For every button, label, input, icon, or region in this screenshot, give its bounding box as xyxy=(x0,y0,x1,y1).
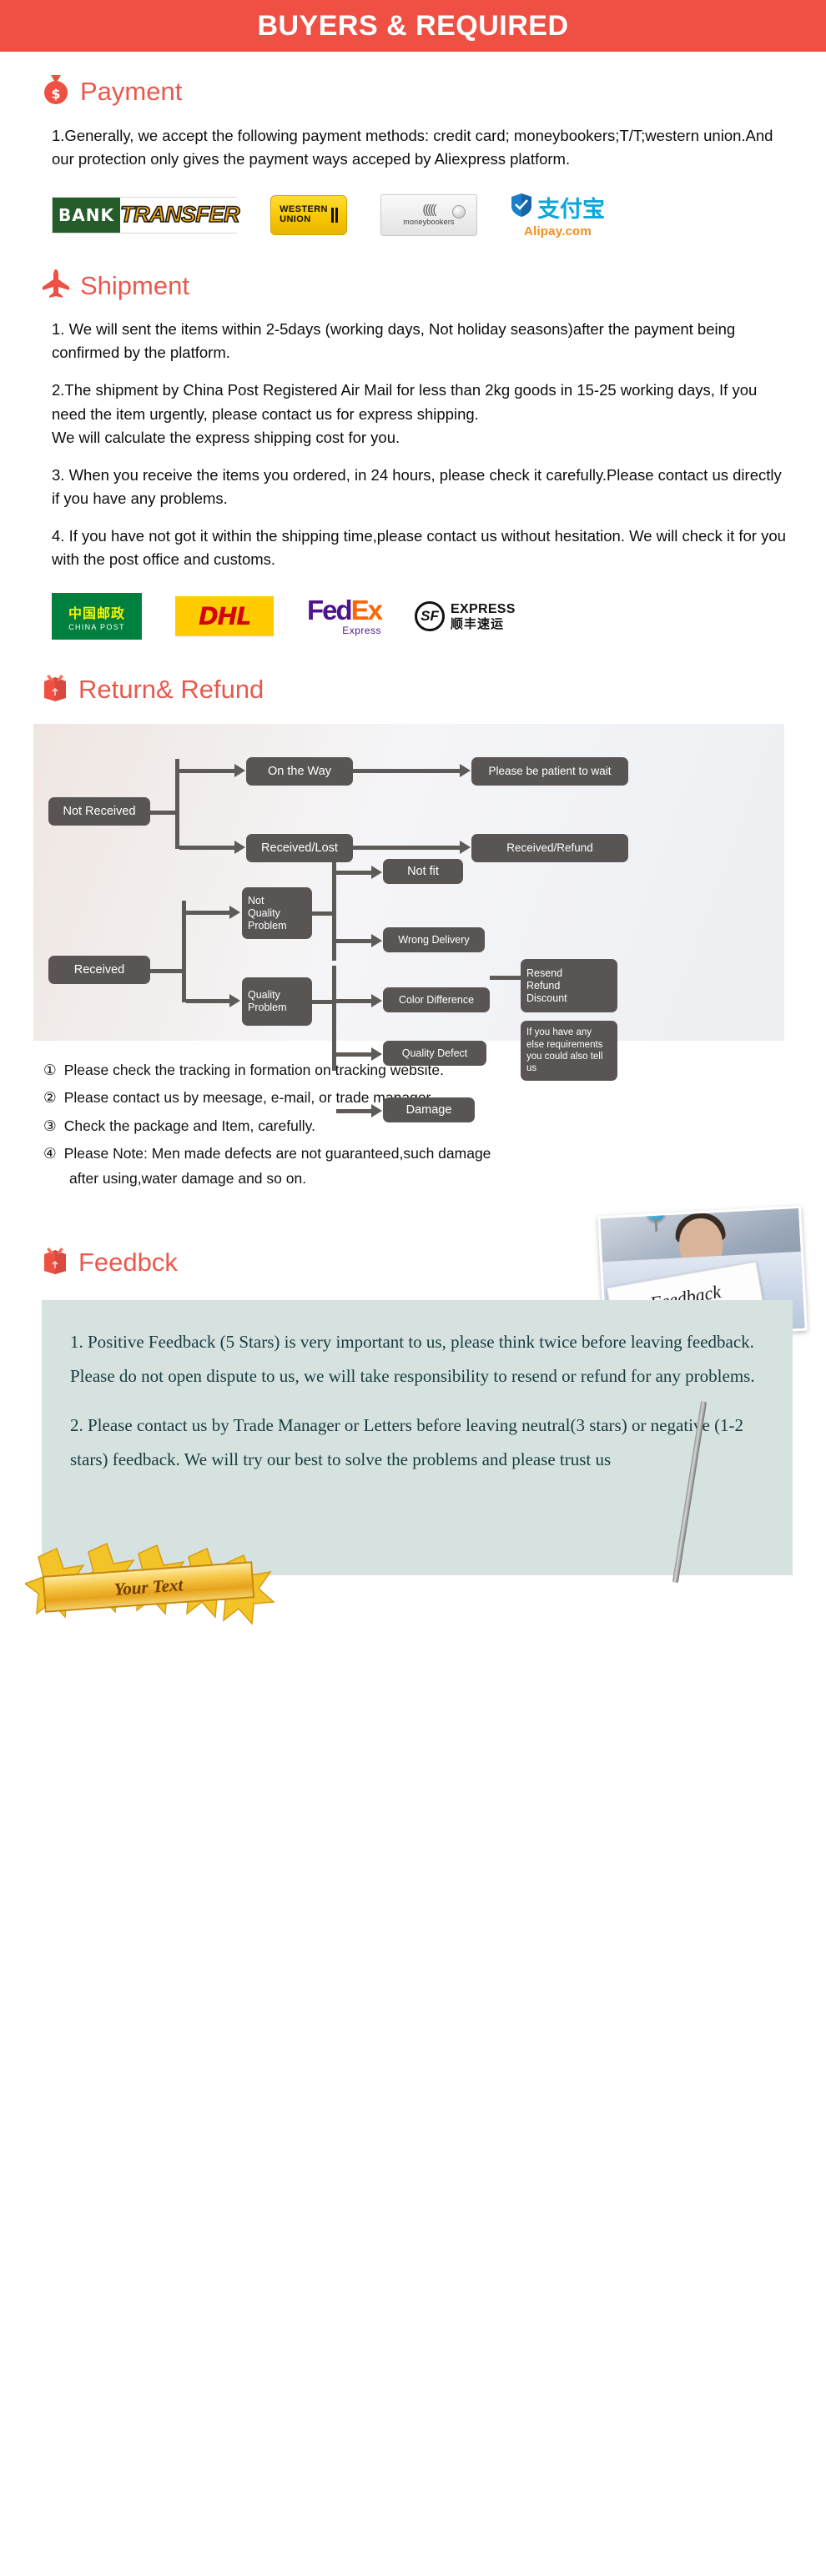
bank-transfer-word2: TRANSFER xyxy=(119,197,240,233)
payment-logo-row: BANK TRANSFER WESTERN UNION ((((( moneyb… xyxy=(0,191,826,239)
return-note-text: Check the package and Item, carefully. xyxy=(63,1117,315,1134)
flow-node-received: Received xyxy=(48,956,150,985)
section-heading-return-refund: Return& Refund xyxy=(0,673,826,706)
shipment-paragraph-2: 2.The shipment by China Post Registered … xyxy=(52,381,758,446)
section-title-return-refund: Return& Refund xyxy=(78,674,264,704)
bank-transfer-word1: BANK xyxy=(53,197,120,233)
flow-node-please-wait: Please be patient to wait xyxy=(471,757,628,786)
fedex-ex-label: Ex xyxy=(350,595,383,626)
flow-node-quality-problem: Quality Problem xyxy=(242,977,312,1027)
china-post-cn-label: 中国邮政 xyxy=(68,605,125,621)
return-note-number: ③ xyxy=(43,1117,57,1134)
payment-paragraph: 1.Generally, we accept the following pay… xyxy=(52,127,773,168)
moneybookers-label: moneybookers xyxy=(403,218,455,227)
section-heading-shipment: Shipment xyxy=(0,269,826,303)
flow-node-color-difference: Color Difference xyxy=(383,987,490,1013)
return-note-number: ④ xyxy=(43,1144,57,1162)
page-title: BUYERS & REQUIRED xyxy=(257,9,569,42)
flow-node-quality-defect: Quality Defect xyxy=(383,1041,486,1067)
feedback-paragraph-1: 1. Positive Feedback (5 Stars) is very i… xyxy=(70,1332,755,1387)
money-bag-icon: $ xyxy=(42,73,70,109)
flow-node-else-requirements: If you have any else requirements you co… xyxy=(521,1021,617,1082)
section-title-shipment: Shipment xyxy=(80,270,189,300)
return-note-item: ④ Please Note: Men made defects are not … xyxy=(43,1142,801,1164)
western-union-line1: WESTERN xyxy=(280,204,328,215)
moneybookers-waves-icon: ((((( xyxy=(422,203,437,218)
alipay-logo: 支付宝 Alipay.com xyxy=(511,191,605,239)
shipment-paragraph-3: 3. When you receive the items you ordere… xyxy=(52,465,782,507)
moneybookers-logo: ((((( moneybookers xyxy=(380,193,477,236)
western-union-line2: UNION xyxy=(280,213,311,224)
flow-node-damage: Damage xyxy=(383,1097,475,1123)
shipment-paragraph-1: 1. We will sent the items within 2-5days… xyxy=(52,320,736,362)
flow-node-resend-refund-discount: Resend Refund Discount xyxy=(521,959,617,1013)
western-union-bars-icon xyxy=(330,207,338,223)
dhl-logo: DHL xyxy=(175,596,274,637)
svg-text:$: $ xyxy=(51,86,60,102)
ribbon-text: Your Text xyxy=(113,1574,184,1599)
return-note-number: ② xyxy=(43,1089,57,1107)
china-post-en-label: CHINA POST xyxy=(68,622,125,631)
sf-express-cn-label: 顺丰速运 xyxy=(451,615,505,631)
policy-page: BUYERS & REQUIRED $ Payment 1.Generally,… xyxy=(0,0,826,2576)
sf-express-en-label: EXPRESS xyxy=(451,602,516,617)
flow-node-not-quality-problem: Not Quality Problem xyxy=(242,887,312,940)
return-note-continued: after using,water damage and so on. xyxy=(69,1170,307,1188)
feedback-panel: 1. Positive Feedback (5 Stars) is very i… xyxy=(42,1300,793,1584)
flow-node-not-fit: Not fit xyxy=(383,859,463,885)
fedex-sub-label: Express xyxy=(342,625,382,637)
airplane-icon xyxy=(42,269,70,303)
sf-express-logo: SF EXPRESS 顺丰速运 xyxy=(415,601,516,632)
page-header: BUYERS & REQUIRED xyxy=(0,0,826,52)
return-notes-list: ① Please check the tracking in formation… xyxy=(0,1059,826,1188)
feedback-paragraph-2: 2. Please contact us by Trade Manager or… xyxy=(70,1415,744,1470)
sf-express-mark: SF xyxy=(415,601,446,632)
alipay-cn-label: 支付宝 xyxy=(537,197,605,223)
flow-node-received-refund: Received/Refund xyxy=(471,834,628,863)
dhl-label: DHL xyxy=(198,602,252,631)
flow-node-on-the-way: On the Way xyxy=(246,757,353,786)
your-text-badge: Your Text xyxy=(25,1537,275,1637)
shipment-logo-row: 中国邮政 CHINA POST DHL FedEx Express SF EXP… xyxy=(0,593,826,640)
section-title-feedback: Feedbck xyxy=(78,1247,178,1277)
return-note-text: Please Note: Men made defects are not gu… xyxy=(63,1144,491,1162)
flow-node-received-lost: Received/Lost xyxy=(246,834,353,863)
shipment-paragraph-4: 4. If you have not got it within the shi… xyxy=(52,526,786,569)
flow-node-not-received: Not Received xyxy=(48,797,150,826)
bank-transfer-logo: BANK TRANSFER xyxy=(52,196,240,233)
feedback-box-icon xyxy=(42,1246,68,1278)
section-heading-payment: $ Payment xyxy=(0,73,826,109)
return-box-icon xyxy=(42,673,68,706)
feedback-section: Feedback Feedbck 1. Positive Feedback (5… xyxy=(0,1205,826,1584)
fedex-logo: FedEx Express xyxy=(307,595,383,637)
section-title-payment: Payment xyxy=(80,76,183,106)
return-note-number: ① xyxy=(43,1062,57,1079)
flow-node-wrong-delivery: Wrong Delivery xyxy=(383,927,485,953)
moneybookers-coin-icon xyxy=(452,204,466,218)
return-flowchart: Not Received On the Way Please be patien… xyxy=(33,724,784,1123)
china-post-logo: 中国邮政 CHINA POST xyxy=(52,593,142,640)
alipay-com-label: Alipay.com xyxy=(524,224,592,239)
western-union-logo: WESTERN UNION xyxy=(270,194,347,235)
fedex-fed-label: Fed xyxy=(307,595,353,626)
alipay-shield-icon xyxy=(511,193,532,222)
